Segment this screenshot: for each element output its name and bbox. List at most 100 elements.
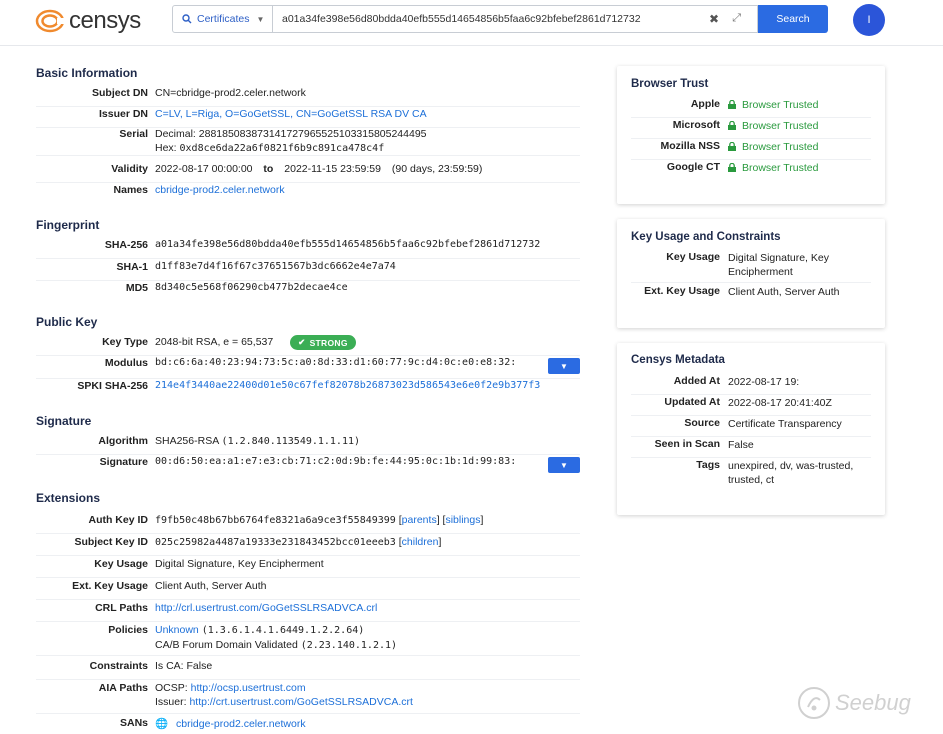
- search-button[interactable]: Search: [758, 5, 828, 33]
- signature-title: Signature: [36, 414, 92, 428]
- browser-trust-card: Browser Trust Apple Browser Trusted Micr…: [617, 66, 885, 204]
- signature-expand-button[interactable]: ▼: [548, 457, 580, 473]
- ext-key-usage-value: Client Auth, Server Auth: [155, 580, 267, 592]
- policies-row: Policies Unknown (1.3.6.1.4.1.6449.1.2.2…: [36, 624, 580, 656]
- validity-start: 2022-08-17 00:00:00: [155, 163, 253, 175]
- ext-ext-key-usage-row: Ext. Key Usage Client Auth, Server Auth: [36, 580, 580, 600]
- crl-paths-label: CRL Paths: [95, 602, 148, 614]
- trust-status: Browser Trusted: [728, 119, 878, 133]
- algorithm-value: SHA256-RSA (1.2.840.113549.1.1.11): [155, 435, 360, 447]
- constraints-label: Constraints: [89, 660, 148, 672]
- policy-unknown-link[interactable]: Unknown: [155, 624, 199, 636]
- crl-path-link[interactable]: http://crl.usertrust.com/GoGetSSLRSADVCA…: [155, 602, 377, 614]
- chevron-down-icon: ▼: [560, 460, 568, 470]
- lock-icon: [728, 142, 736, 151]
- clear-icon[interactable]: ✖: [709, 12, 719, 26]
- subject-key-id-label: Subject Key ID: [74, 536, 148, 548]
- aia-issuer-prefix: Issuer:: [155, 696, 187, 708]
- sans-label: SANs: [119, 717, 148, 729]
- extensions-title: Extensions: [36, 491, 101, 505]
- key-type-row: Key Type 2048-bit RSA, e = 65,537 ✔ STRO…: [36, 335, 580, 356]
- ext-key-usage-row: Key Usage Digital Signature, Key Enciphe…: [36, 558, 580, 578]
- search-type-select[interactable]: Certificates ▼: [172, 5, 273, 33]
- sha256-label: SHA-256: [104, 239, 148, 251]
- sha1-value: d1ff83e7d4f16f67c37651567b3dc6662e4e7a74: [155, 261, 396, 272]
- search-icon: [182, 14, 192, 24]
- validity-to: to: [263, 163, 274, 175]
- seen-value: False: [728, 439, 754, 451]
- names-link[interactable]: cbridge-prod2.celer.network: [155, 184, 285, 196]
- auth-key-id-value: f9fb50c48b67bb6764fe8321a6a9ce3f55849399…: [155, 514, 484, 526]
- seen-row: Seen in Scan False: [631, 438, 871, 458]
- key-type-label: Key Type: [102, 336, 148, 348]
- strength-label: STRONG: [309, 337, 348, 348]
- crl-paths-row: CRL Paths http://crl.usertrust.com/GoGet…: [36, 602, 580, 622]
- trust-status-label: Browser Trusted: [742, 162, 819, 174]
- user-avatar[interactable]: I: [853, 4, 885, 36]
- serial-label: Serial: [119, 128, 148, 140]
- trust-status: Browser Trusted: [728, 140, 878, 154]
- search-input[interactable]: a01a34fe398e56d80bdda40efb555d14654856b5…: [273, 5, 758, 33]
- basic-info-title: Basic Information: [36, 66, 138, 80]
- algorithm-row: Algorithm SHA256-RSA (1.2.840.113549.1.1…: [36, 435, 580, 455]
- search-type-label: Certificates: [197, 13, 250, 25]
- subject-key-id-row: Subject Key ID 025c25982a4487a19333e2318…: [36, 536, 580, 556]
- censys-logo[interactable]: censys: [35, 7, 141, 35]
- updated-at-label: Updated At: [664, 396, 720, 408]
- subject-dn-row: Subject DN CN=cbridge-prod2.celer.networ…: [36, 87, 580, 107]
- signature-label: Signature: [99, 456, 148, 468]
- san-value: 🌐 cbridge-prod2.celer.network: [155, 717, 306, 730]
- browser-trust-title: Browser Trust: [631, 78, 709, 90]
- sha1-row: SHA-1 d1ff83e7d4f16f67c37651567b3dc6662e…: [36, 261, 580, 281]
- watermark-text: Seebug: [835, 690, 911, 715]
- trust-store-name: Google CT: [666, 161, 720, 173]
- children-link[interactable]: children: [402, 536, 439, 548]
- parents-link[interactable]: parents: [402, 514, 437, 526]
- chevron-down-icon: ▼: [256, 14, 265, 24]
- modulus-expand-button[interactable]: ▼: [548, 358, 580, 374]
- aia-ocsp-line: OCSP: http://ocsp.usertrust.com: [155, 682, 306, 694]
- modulus-label: Modulus: [104, 357, 148, 369]
- public-key-title: Public Key: [36, 315, 98, 329]
- trust-store-name: Microsoft: [672, 119, 720, 131]
- tags-row: Tags unexpired, dv, was-trusted, trusted…: [631, 459, 871, 491]
- spki-row: SPKI SHA-256 214e4f3440ae22400d01e50c67f…: [36, 380, 580, 400]
- ext-key-usage-label: Ext. Key Usage: [72, 580, 148, 592]
- chevron-down-icon: ▼: [560, 361, 568, 371]
- siblings-link[interactable]: siblings: [445, 514, 480, 526]
- top-bar: censys Certificates ▼ a01a34fe398e56d80b…: [0, 0, 943, 46]
- issuer-dn-link[interactable]: C=LV, L=Riga, O=GoGetSSL, CN=GoGetSSL RS…: [155, 108, 427, 120]
- expand-icon[interactable]: ⤢: [732, 12, 741, 25]
- san-link[interactable]: cbridge-prod2.celer.network: [176, 718, 306, 730]
- key-type-text: 2048-bit RSA, e = 65,537: [155, 336, 274, 348]
- aia-ocsp-link[interactable]: http://ocsp.usertrust.com: [191, 682, 306, 694]
- trust-row-mozilla: Mozilla NSS Browser Trusted: [631, 140, 871, 160]
- modulus-value: bd:c6:6a:40:23:94:73:5c:a0:8d:33:d1:60:7…: [155, 357, 517, 368]
- sans-row: SANs 🌐 cbridge-prod2.celer.network: [36, 717, 580, 734]
- md5-label: MD5: [125, 282, 148, 294]
- policy-cab-line: CA/B Forum Domain Validated (2.23.140.1.…: [155, 639, 397, 651]
- trust-store-name: Mozilla NSS: [660, 140, 720, 152]
- subject-dn-value: CN=cbridge-prod2.celer.network: [155, 87, 306, 99]
- auth-key-id: f9fb50c48b67bb6764fe8321a6a9ce3f55849399: [155, 515, 396, 526]
- seebug-watermark: Seebug: [797, 686, 911, 720]
- sha256-value: a01a34fe398e56d80bdda40efb555d14654856b5…: [155, 239, 541, 250]
- added-at-label: Added At: [673, 375, 720, 387]
- source-label: Source: [684, 417, 720, 429]
- aia-issuer-line: Issuer: http://crt.usertrust.com/GoGetSS…: [155, 696, 413, 708]
- ku-ext-key-usage-label: Ext. Key Usage: [644, 285, 720, 297]
- lock-icon: [728, 100, 736, 109]
- aia-ocsp-prefix: OCSP:: [155, 682, 188, 694]
- subject-dn-label: Subject DN: [91, 87, 148, 99]
- auth-key-id-row: Auth Key ID f9fb50c48b67bb6764fe8321a6a9…: [36, 514, 580, 534]
- trust-row-google-ct: Google CT Browser Trusted: [631, 161, 871, 181]
- serial-hex-prefix: Hex:: [155, 142, 177, 154]
- aia-issuer-link[interactable]: http://crt.usertrust.com/GoGetSSLRSADVCA…: [189, 696, 412, 708]
- lock-icon: [728, 121, 736, 130]
- search-query: a01a34fe398e56d80bdda40efb555d14654856b5…: [282, 13, 641, 25]
- policy-cab: CA/B Forum Domain Validated: [155, 639, 298, 651]
- trust-status-label: Browser Trusted: [742, 120, 819, 132]
- subject-key-id: 025c25982a4487a19333e231843452bcc01eeeb3: [155, 537, 396, 548]
- spki-link[interactable]: 214e4f3440ae22400d01e50c67fef82078b26873…: [155, 380, 540, 391]
- validity-duration: (90 days, 23:59:59): [391, 163, 483, 175]
